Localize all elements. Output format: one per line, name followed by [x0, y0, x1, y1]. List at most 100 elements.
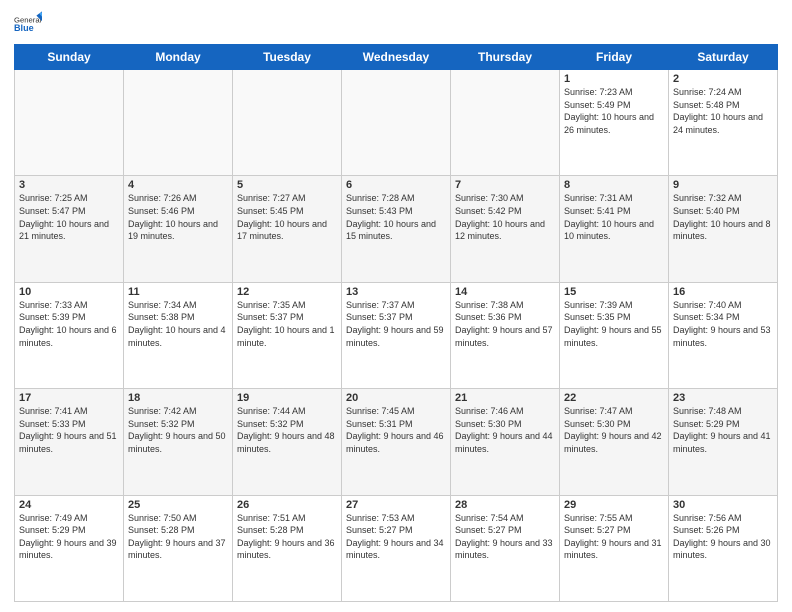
day-info: Sunrise: 7:34 AM Sunset: 5:38 PM Dayligh… — [128, 299, 228, 349]
day-info: Sunrise: 7:32 AM Sunset: 5:40 PM Dayligh… — [673, 192, 773, 242]
day-info: Sunrise: 7:37 AM Sunset: 5:37 PM Dayligh… — [346, 299, 446, 349]
day-number: 28 — [455, 499, 555, 511]
calendar-day-cell: 18Sunrise: 7:42 AM Sunset: 5:32 PM Dayli… — [124, 389, 233, 495]
day-info: Sunrise: 7:24 AM Sunset: 5:48 PM Dayligh… — [673, 86, 773, 136]
calendar-day-cell: 30Sunrise: 7:56 AM Sunset: 5:26 PM Dayli… — [669, 495, 778, 601]
day-number: 25 — [128, 499, 228, 511]
calendar-header-row: SundayMondayTuesdayWednesdayThursdayFrid… — [15, 45, 778, 70]
calendar-day-header: Monday — [124, 45, 233, 70]
day-number: 15 — [564, 286, 664, 298]
day-number: 29 — [564, 499, 664, 511]
calendar-day-cell: 12Sunrise: 7:35 AM Sunset: 5:37 PM Dayli… — [233, 282, 342, 388]
day-number: 1 — [564, 73, 664, 85]
day-info: Sunrise: 7:49 AM Sunset: 5:29 PM Dayligh… — [19, 512, 119, 562]
calendar-day-cell: 6Sunrise: 7:28 AM Sunset: 5:43 PM Daylig… — [342, 176, 451, 282]
day-number: 30 — [673, 499, 773, 511]
calendar-table: SundayMondayTuesdayWednesdayThursdayFrid… — [14, 44, 778, 602]
day-info: Sunrise: 7:53 AM Sunset: 5:27 PM Dayligh… — [346, 512, 446, 562]
calendar-day-cell: 1Sunrise: 7:23 AM Sunset: 5:49 PM Daylig… — [560, 70, 669, 176]
calendar-day-cell: 24Sunrise: 7:49 AM Sunset: 5:29 PM Dayli… — [15, 495, 124, 601]
day-info: Sunrise: 7:46 AM Sunset: 5:30 PM Dayligh… — [455, 405, 555, 455]
day-info: Sunrise: 7:31 AM Sunset: 5:41 PM Dayligh… — [564, 192, 664, 242]
day-number: 4 — [128, 179, 228, 191]
day-info: Sunrise: 7:40 AM Sunset: 5:34 PM Dayligh… — [673, 299, 773, 349]
calendar-day-cell — [233, 70, 342, 176]
day-info: Sunrise: 7:44 AM Sunset: 5:32 PM Dayligh… — [237, 405, 337, 455]
day-info: Sunrise: 7:51 AM Sunset: 5:28 PM Dayligh… — [237, 512, 337, 562]
calendar-day-cell: 15Sunrise: 7:39 AM Sunset: 5:35 PM Dayli… — [560, 282, 669, 388]
day-info: Sunrise: 7:45 AM Sunset: 5:31 PM Dayligh… — [346, 405, 446, 455]
calendar-day-cell: 27Sunrise: 7:53 AM Sunset: 5:27 PM Dayli… — [342, 495, 451, 601]
calendar-day-cell: 9Sunrise: 7:32 AM Sunset: 5:40 PM Daylig… — [669, 176, 778, 282]
day-number: 5 — [237, 179, 337, 191]
calendar-week-row: 10Sunrise: 7:33 AM Sunset: 5:39 PM Dayli… — [15, 282, 778, 388]
day-number: 17 — [19, 392, 119, 404]
day-number: 27 — [346, 499, 446, 511]
day-number: 8 — [564, 179, 664, 191]
day-info: Sunrise: 7:47 AM Sunset: 5:30 PM Dayligh… — [564, 405, 664, 455]
header: General Blue — [14, 10, 778, 38]
day-info: Sunrise: 7:25 AM Sunset: 5:47 PM Dayligh… — [19, 192, 119, 242]
calendar-day-cell: 29Sunrise: 7:55 AM Sunset: 5:27 PM Dayli… — [560, 495, 669, 601]
day-number: 10 — [19, 286, 119, 298]
day-number: 11 — [128, 286, 228, 298]
calendar-day-cell — [342, 70, 451, 176]
logo: General Blue — [14, 10, 46, 38]
day-info: Sunrise: 7:39 AM Sunset: 5:35 PM Dayligh… — [564, 299, 664, 349]
calendar-day-cell: 7Sunrise: 7:30 AM Sunset: 5:42 PM Daylig… — [451, 176, 560, 282]
calendar-day-cell: 13Sunrise: 7:37 AM Sunset: 5:37 PM Dayli… — [342, 282, 451, 388]
day-number: 12 — [237, 286, 337, 298]
day-info: Sunrise: 7:26 AM Sunset: 5:46 PM Dayligh… — [128, 192, 228, 242]
day-info: Sunrise: 7:56 AM Sunset: 5:26 PM Dayligh… — [673, 512, 773, 562]
day-info: Sunrise: 7:23 AM Sunset: 5:49 PM Dayligh… — [564, 86, 664, 136]
day-number: 6 — [346, 179, 446, 191]
calendar-week-row: 1Sunrise: 7:23 AM Sunset: 5:49 PM Daylig… — [15, 70, 778, 176]
calendar-day-header: Tuesday — [233, 45, 342, 70]
calendar-day-cell: 3Sunrise: 7:25 AM Sunset: 5:47 PM Daylig… — [15, 176, 124, 282]
day-info: Sunrise: 7:35 AM Sunset: 5:37 PM Dayligh… — [237, 299, 337, 349]
calendar-day-cell: 2Sunrise: 7:24 AM Sunset: 5:48 PM Daylig… — [669, 70, 778, 176]
calendar-day-cell: 22Sunrise: 7:47 AM Sunset: 5:30 PM Dayli… — [560, 389, 669, 495]
calendar-day-cell: 4Sunrise: 7:26 AM Sunset: 5:46 PM Daylig… — [124, 176, 233, 282]
day-number: 21 — [455, 392, 555, 404]
calendar-day-cell: 10Sunrise: 7:33 AM Sunset: 5:39 PM Dayli… — [15, 282, 124, 388]
day-info: Sunrise: 7:41 AM Sunset: 5:33 PM Dayligh… — [19, 405, 119, 455]
calendar-day-cell — [451, 70, 560, 176]
day-number: 7 — [455, 179, 555, 191]
calendar-day-cell: 16Sunrise: 7:40 AM Sunset: 5:34 PM Dayli… — [669, 282, 778, 388]
calendar-week-row: 17Sunrise: 7:41 AM Sunset: 5:33 PM Dayli… — [15, 389, 778, 495]
calendar-day-cell: 11Sunrise: 7:34 AM Sunset: 5:38 PM Dayli… — [124, 282, 233, 388]
day-number: 19 — [237, 392, 337, 404]
day-number: 3 — [19, 179, 119, 191]
day-number: 14 — [455, 286, 555, 298]
day-number: 18 — [128, 392, 228, 404]
calendar-day-header: Wednesday — [342, 45, 451, 70]
calendar-day-cell: 14Sunrise: 7:38 AM Sunset: 5:36 PM Dayli… — [451, 282, 560, 388]
day-number: 23 — [673, 392, 773, 404]
calendar-week-row: 3Sunrise: 7:25 AM Sunset: 5:47 PM Daylig… — [15, 176, 778, 282]
day-number: 13 — [346, 286, 446, 298]
day-number: 22 — [564, 392, 664, 404]
day-number: 9 — [673, 179, 773, 191]
calendar-day-cell: 25Sunrise: 7:50 AM Sunset: 5:28 PM Dayli… — [124, 495, 233, 601]
logo-icon: General Blue — [14, 10, 42, 38]
day-number: 24 — [19, 499, 119, 511]
calendar-day-cell: 26Sunrise: 7:51 AM Sunset: 5:28 PM Dayli… — [233, 495, 342, 601]
calendar-day-cell — [124, 70, 233, 176]
day-info: Sunrise: 7:33 AM Sunset: 5:39 PM Dayligh… — [19, 299, 119, 349]
calendar-day-header: Friday — [560, 45, 669, 70]
calendar-week-row: 24Sunrise: 7:49 AM Sunset: 5:29 PM Dayli… — [15, 495, 778, 601]
calendar-day-cell: 19Sunrise: 7:44 AM Sunset: 5:32 PM Dayli… — [233, 389, 342, 495]
day-info: Sunrise: 7:28 AM Sunset: 5:43 PM Dayligh… — [346, 192, 446, 242]
calendar-day-cell — [15, 70, 124, 176]
day-info: Sunrise: 7:30 AM Sunset: 5:42 PM Dayligh… — [455, 192, 555, 242]
calendar-day-cell: 20Sunrise: 7:45 AM Sunset: 5:31 PM Dayli… — [342, 389, 451, 495]
svg-text:Blue: Blue — [14, 23, 34, 33]
day-number: 20 — [346, 392, 446, 404]
day-number: 16 — [673, 286, 773, 298]
calendar-day-header: Thursday — [451, 45, 560, 70]
day-info: Sunrise: 7:54 AM Sunset: 5:27 PM Dayligh… — [455, 512, 555, 562]
calendar-day-header: Saturday — [669, 45, 778, 70]
day-info: Sunrise: 7:50 AM Sunset: 5:28 PM Dayligh… — [128, 512, 228, 562]
calendar-day-cell: 28Sunrise: 7:54 AM Sunset: 5:27 PM Dayli… — [451, 495, 560, 601]
